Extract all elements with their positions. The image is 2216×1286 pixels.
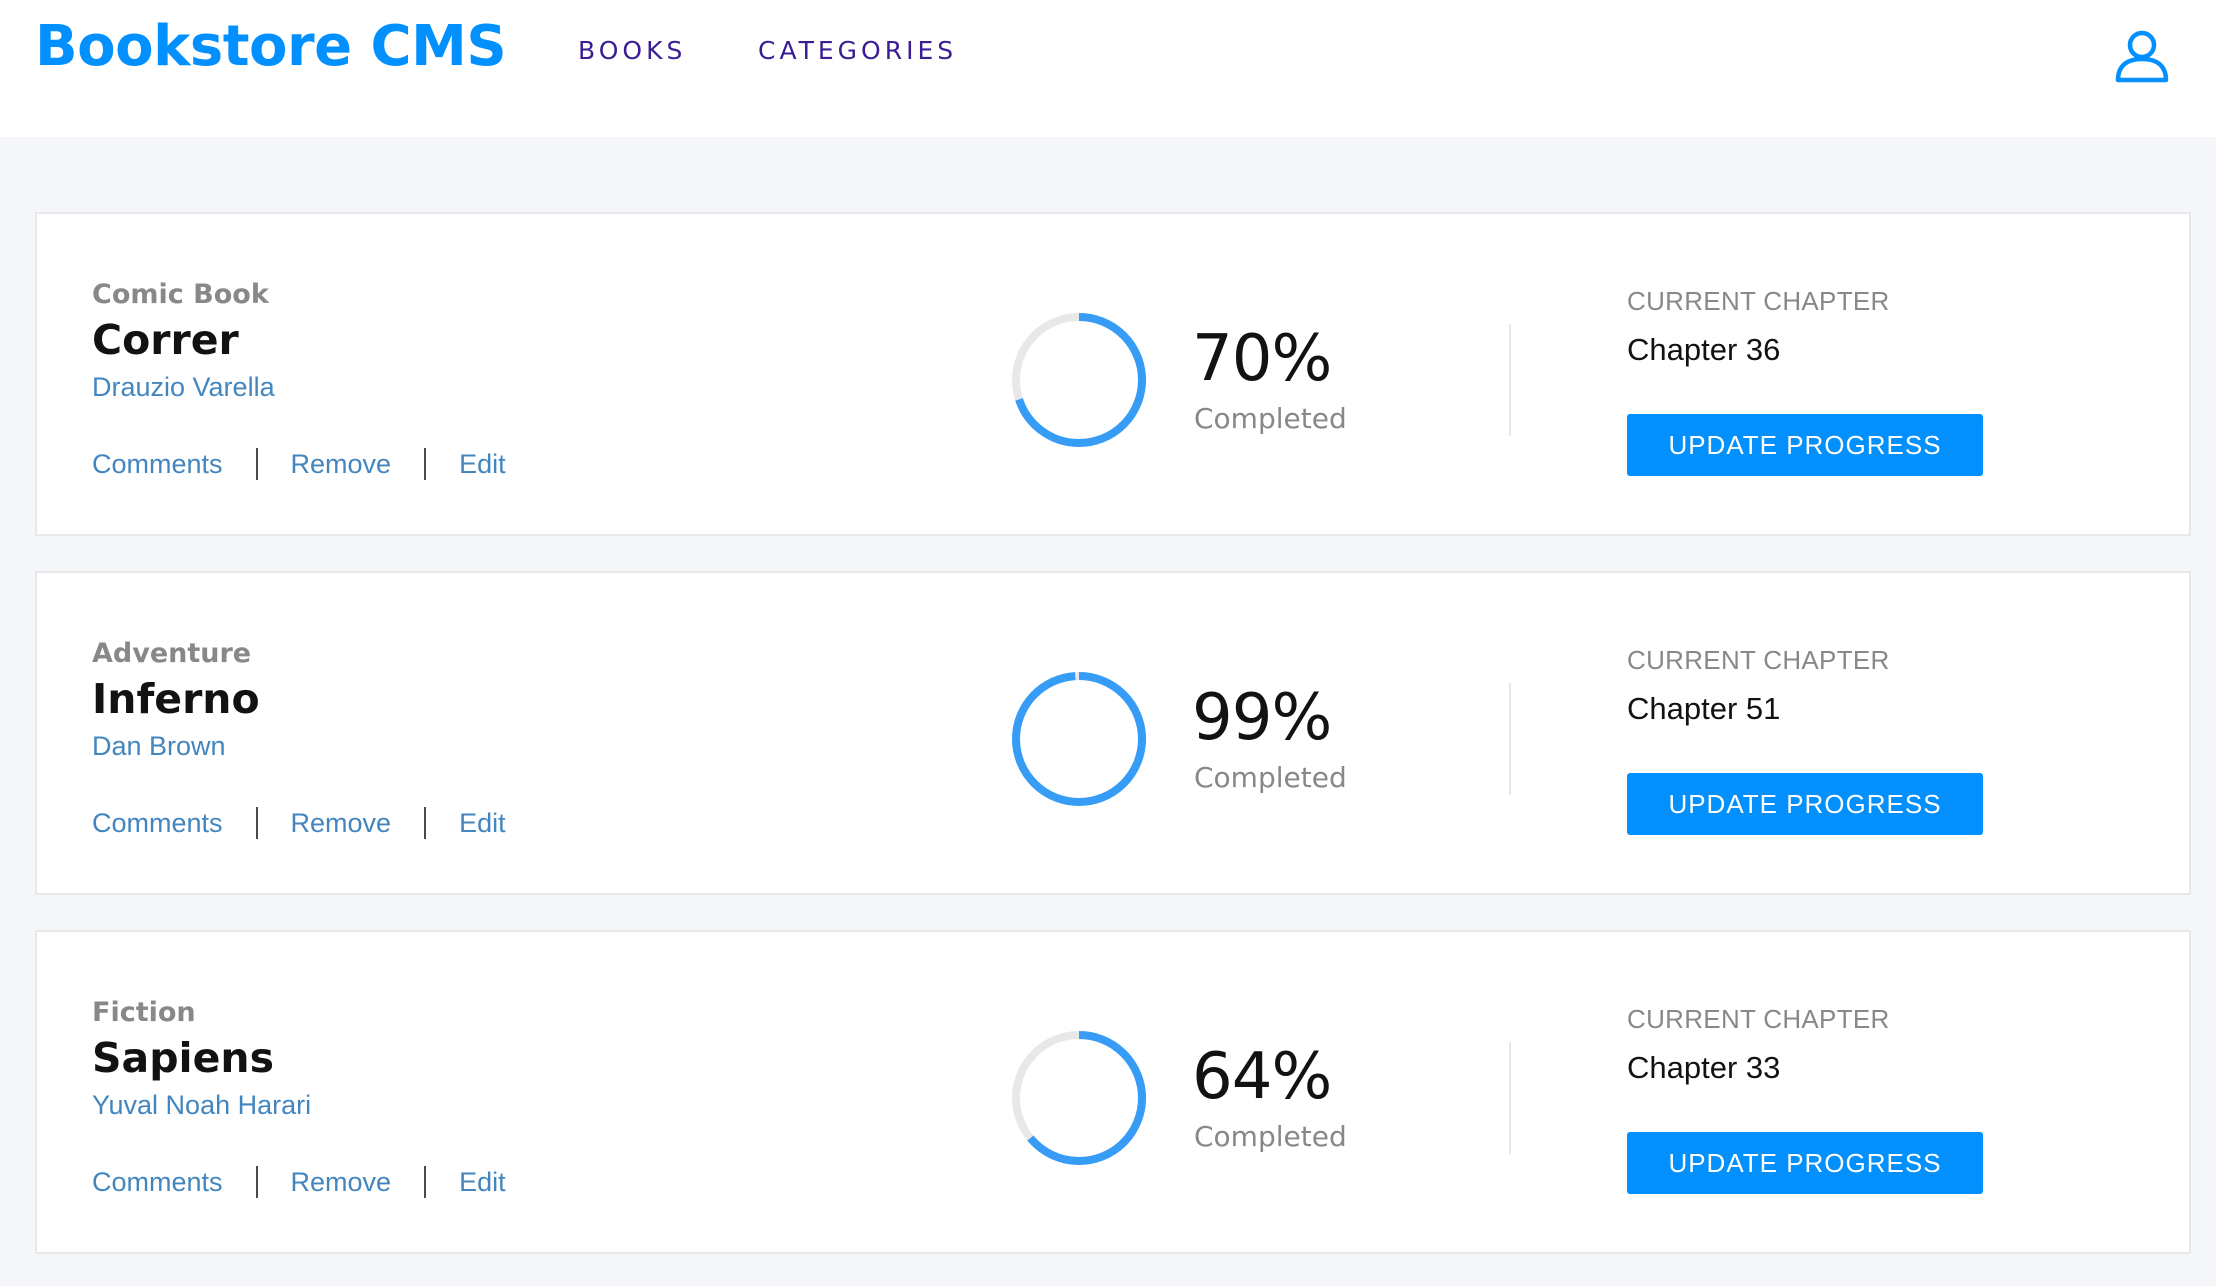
progress-percent: 70% bbox=[1192, 322, 1332, 396]
update-progress-button[interactable]: UPDATE PROGRESS bbox=[1627, 414, 1983, 476]
progress-percent: 99% bbox=[1192, 681, 1332, 755]
remove-button[interactable]: Remove bbox=[291, 449, 392, 480]
book-author[interactable]: Yuval Noah Harari bbox=[92, 1090, 311, 1121]
remove-button[interactable]: Remove bbox=[291, 1167, 392, 1198]
book-actions: Comments Remove Edit bbox=[92, 807, 506, 839]
book-card: Adventure Inferno Dan Brown Comments Rem… bbox=[35, 571, 2191, 895]
nav-categories[interactable]: CATEGORIES bbox=[758, 36, 957, 65]
user-icon[interactable] bbox=[2112, 26, 2172, 86]
comments-button[interactable]: Comments bbox=[92, 808, 223, 839]
book-actions: Comments Remove Edit bbox=[92, 1166, 506, 1198]
divider bbox=[1509, 324, 1511, 436]
book-actions: Comments Remove Edit bbox=[92, 448, 506, 480]
edit-button[interactable]: Edit bbox=[459, 808, 506, 839]
comments-button[interactable]: Comments bbox=[92, 449, 223, 480]
book-card: Fiction Sapiens Yuval Noah Harari Commen… bbox=[35, 930, 2191, 1254]
progress-ring bbox=[1012, 313, 1146, 447]
progress-ring bbox=[1012, 1031, 1146, 1165]
current-chapter: Chapter 36 bbox=[1627, 332, 1781, 367]
book-category: Fiction bbox=[92, 997, 196, 1028]
current-chapter: Chapter 33 bbox=[1627, 1050, 1781, 1085]
progress-completed-label: Completed bbox=[1194, 1120, 1347, 1153]
comments-button[interactable]: Comments bbox=[92, 1167, 223, 1198]
progress-ring bbox=[1012, 672, 1146, 806]
current-chapter-label: CURRENT CHAPTER bbox=[1627, 1004, 1890, 1034]
action-separator bbox=[424, 807, 427, 839]
divider bbox=[1509, 1042, 1511, 1154]
current-chapter: Chapter 51 bbox=[1627, 691, 1781, 726]
edit-button[interactable]: Edit bbox=[459, 1167, 506, 1198]
action-separator bbox=[255, 448, 258, 480]
book-author[interactable]: Dan Brown bbox=[92, 731, 226, 762]
book-author[interactable]: Drauzio Varella bbox=[92, 372, 275, 403]
progress-completed-label: Completed bbox=[1194, 761, 1347, 794]
book-title: Correr bbox=[92, 316, 239, 364]
nav-books[interactable]: BOOKS bbox=[578, 36, 686, 65]
update-progress-button[interactable]: UPDATE PROGRESS bbox=[1627, 773, 1983, 835]
book-category: Comic Book bbox=[92, 279, 269, 310]
action-separator bbox=[424, 448, 427, 480]
update-progress-button[interactable]: UPDATE PROGRESS bbox=[1627, 1132, 1983, 1194]
brand-logo[interactable]: Bookstore CMS bbox=[35, 14, 507, 79]
action-separator bbox=[255, 807, 258, 839]
edit-button[interactable]: Edit bbox=[459, 449, 506, 480]
action-separator bbox=[424, 1166, 427, 1198]
remove-button[interactable]: Remove bbox=[291, 808, 392, 839]
current-chapter-label: CURRENT CHAPTER bbox=[1627, 645, 1890, 675]
current-chapter-label: CURRENT CHAPTER bbox=[1627, 286, 1890, 316]
book-category: Adventure bbox=[92, 638, 252, 669]
book-card: Comic Book Correr Drauzio Varella Commen… bbox=[35, 212, 2191, 536]
action-separator bbox=[255, 1166, 258, 1198]
book-title: Inferno bbox=[92, 675, 260, 723]
book-title: Sapiens bbox=[92, 1034, 274, 1082]
progress-completed-label: Completed bbox=[1194, 402, 1347, 435]
header: Bookstore CMS BOOKS CATEGORIES bbox=[0, 0, 2216, 137]
divider bbox=[1509, 683, 1511, 795]
progress-percent: 64% bbox=[1192, 1040, 1332, 1114]
